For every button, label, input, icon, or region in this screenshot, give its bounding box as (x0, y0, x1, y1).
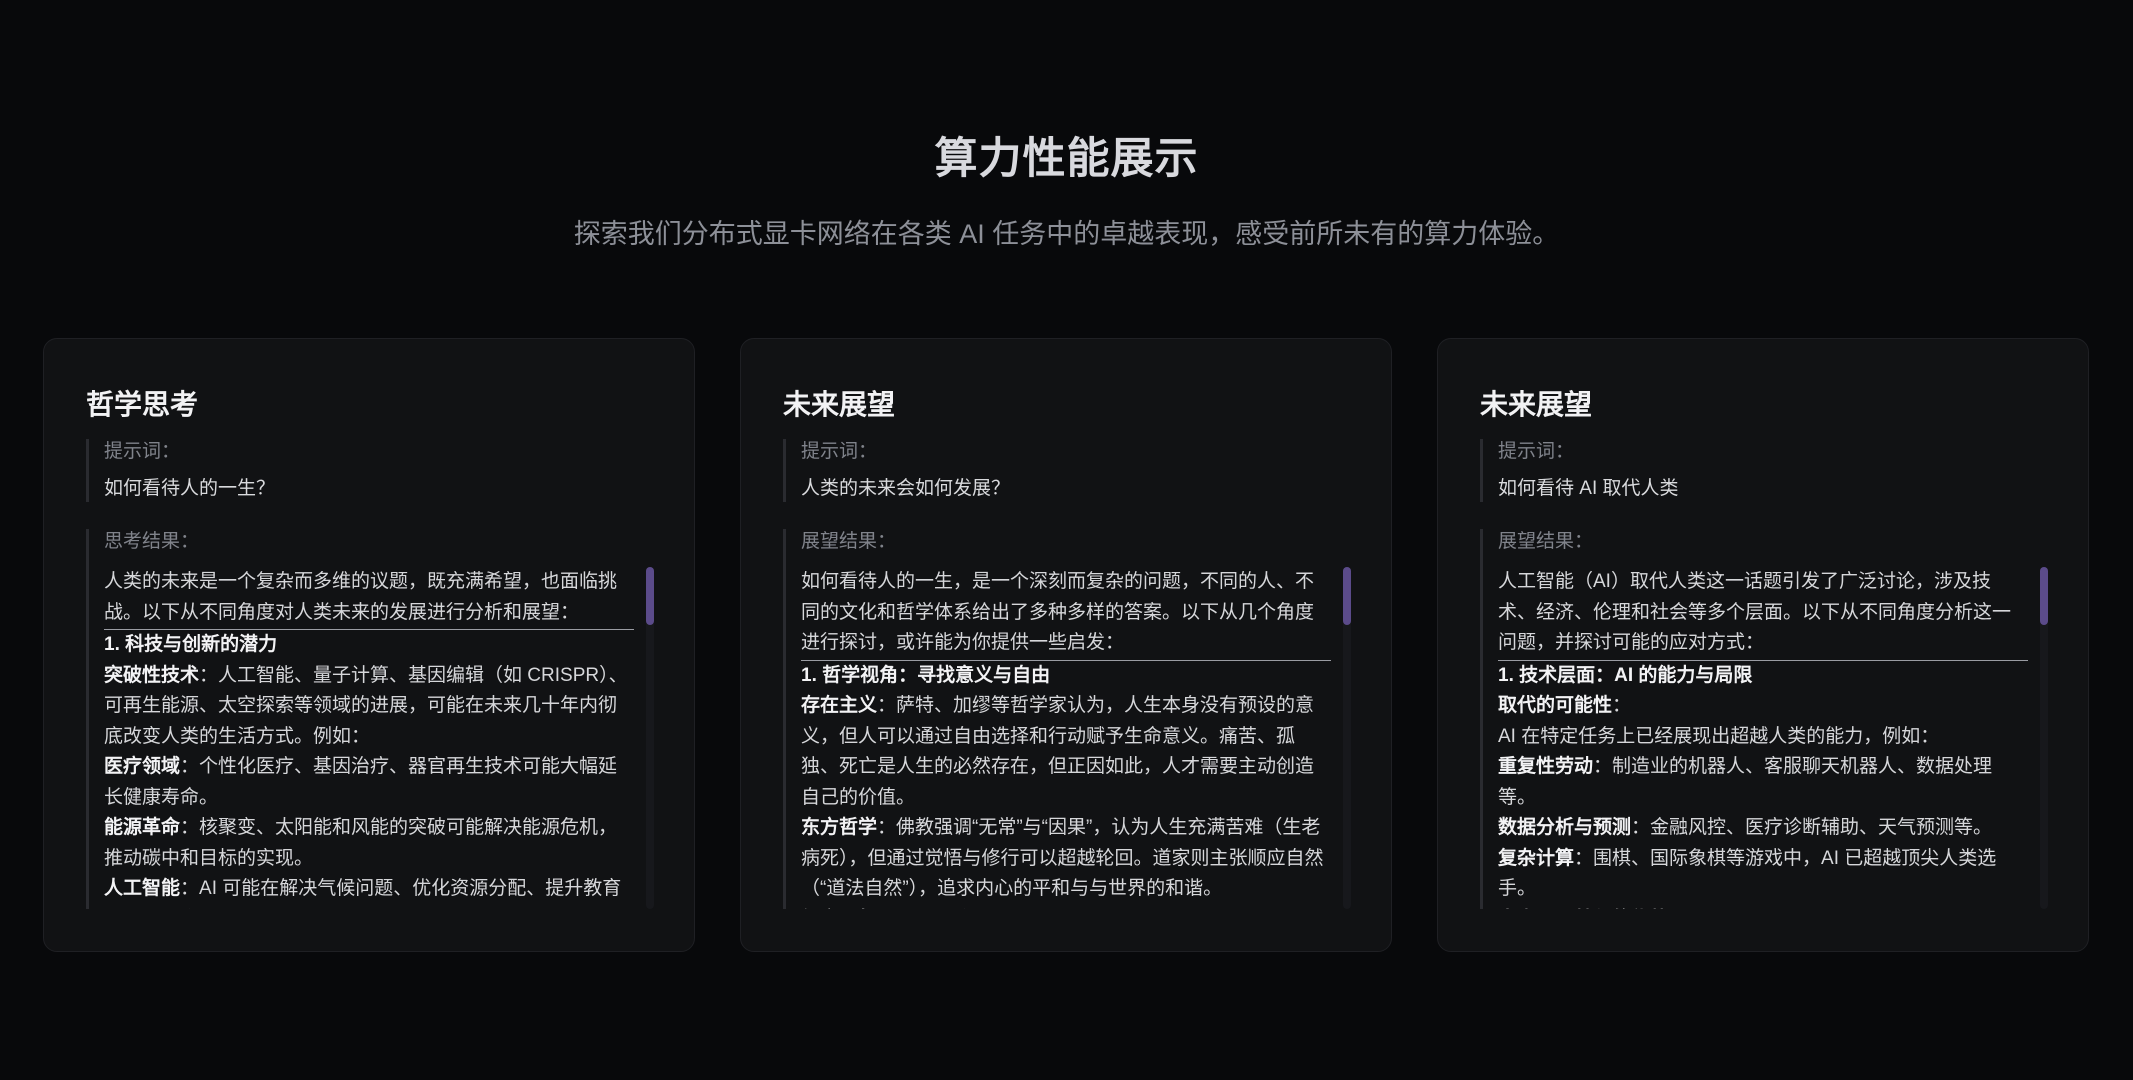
result-line-heading: 1. 哲学视角：寻找意义与自由 (801, 664, 1051, 686)
result-line-heading: 数据分析与预测 (1498, 817, 1632, 838)
result-line-heading: 突破性技术 (104, 664, 200, 686)
result-line: 复杂计算：围棋、国际象棋等游戏中，AI 已超越顶尖人类选手。 (1498, 844, 2028, 905)
result-line-text: ：个性化医疗、基因治疗、器官再生技术可能大幅延长健康寿命。 (104, 756, 618, 808)
result-line-heading: 人类不可替代的优势 (1498, 909, 1669, 910)
prompt-text: 如何看待人的一生？ (104, 478, 276, 499)
result-line-heading: 医疗领域 (104, 756, 181, 777)
scrollbar-thumb[interactable] (2040, 567, 2048, 625)
result-line-heading: 能源革命 (104, 817, 181, 838)
scrollbar[interactable] (1343, 567, 1351, 909)
result-intro: 如何看待人的一生，是一个深刻而复杂的问题，不同的人、不同的文化和哲学体系给出了多… (801, 567, 1331, 661)
result-line-text: ：佛教强调“无常”与“因果”，认为人生充满苦难（生老病死），但通过觉悟与修行可以… (801, 817, 1324, 899)
result-line-heading: 存在主义 (801, 695, 878, 716)
result-line: 人工智能：AI 可能在解决气候问题、优化资源分配、提升教育公平性等方面发挥关键作… (104, 874, 634, 909)
result-line: 存在主义：萨特、加缪等哲学家认为，人生本身没有预设的意义，但人可以通过自由选择和… (801, 691, 1331, 813)
result-line-text: AI 在特定任务上已经展现出超越人类的能力，例如： (1498, 725, 1940, 747)
result-line-heading: 儒家思想 (801, 909, 877, 910)
prompt-label: 提示词： (104, 441, 181, 462)
scrollbar[interactable] (2040, 567, 2048, 909)
showcase-card: 未来展望 提示词： 人类的未来会如何发展？ 展望结果： 如何看待人的一生，是一个… (740, 338, 1392, 952)
result-line-heading: 重复性劳动 (1498, 756, 1594, 777)
result-line: 突破性技术：人工智能、量子计算、基因编辑（如 CRISPR）、可再生能源、太空探… (104, 661, 634, 753)
prompt-block: 提示词： 人类的未来会如何发展？ (783, 439, 1371, 502)
result-line: 重复性劳动：制造业的机器人、客服聊天机器人、数据处理等。 (1498, 752, 2028, 813)
result-line: AI 在特定任务上已经展现出超越人类的能力，例如： (1498, 722, 2028, 753)
result-line: 医疗领域：个性化医疗、基因治疗、器官再生技术可能大幅延长健康寿命。 (104, 752, 634, 813)
result-lines: 1. 科技与创新的潜力突破性技术：人工智能、量子计算、基因编辑（如 CRISPR… (104, 630, 634, 909)
result-line-text: ： (1612, 695, 1632, 716)
result-lines: 1. 哲学视角：寻找意义与自由 存在主义：萨特、加缪等哲学家认为，人生本身没有预设… (801, 661, 1331, 910)
result-line: 东方哲学：佛教强调“无常”与“因果”，认为人生充满苦难（生老病死），但通过觉悟与… (801, 813, 1331, 905)
result-line: 能源革命：核聚变、太阳能和风能的突破可能解决能源危机，推动碳中和目标的实现。 (104, 813, 634, 874)
result-line-heading: 取代的可能性 (1498, 695, 1613, 716)
result-scroll-area[interactable]: 人工智能（AI）取代人类这一话题引发了广泛讨论，涉及技术、经济、伦理和社会等多个… (1498, 567, 2028, 909)
result-line: 数据分析与预测：金融风控、医疗诊断辅助、天气预测等。 (1498, 813, 2028, 844)
result-line: 1. 哲学视角：寻找意义与自由 (801, 661, 1331, 692)
result-line-text: ： (1669, 909, 1688, 910)
result-scroll-area[interactable]: 人类的未来是一个复杂而多维的议题，既充满希望，也面临挑战。以下从不同角度对人类未… (104, 567, 634, 909)
result-block: 展望结果： 人工智能（AI）取代人类这一话题引发了广泛讨论，涉及技术、经济、伦理… (1480, 529, 2050, 909)
result-line-text: ：强调人伦关系与社会责任，认为人生的价值在于修身、齐家、治国、平天下。 (801, 909, 1314, 910)
prompt-text: 如何看待 AI 取代人类 (1498, 478, 1679, 499)
card-title: 未来展望 (783, 389, 896, 420)
prompt-text: 人类的未来会如何发展？ (801, 478, 1011, 499)
result-line-heading: 东方哲学 (801, 817, 878, 838)
result-line-heading: 1. 技术层面：AI 的能力与局限 (1498, 664, 1753, 686)
result-line: 取代的可能性： (1498, 691, 2028, 722)
result-line-text: ：萨特、加缪等哲学家认为，人生本身没有预设的意义，但人可以通过自由选择和行动赋予… (801, 695, 1315, 808)
card-title: 未来展望 (1480, 389, 1593, 420)
prompt-block: 提示词： 如何看待 AI 取代人类 (1480, 439, 2068, 502)
result-scroll-area[interactable]: 如何看待人的一生，是一个深刻而复杂的问题，不同的人、不同的文化和哲学体系给出了多… (801, 567, 1331, 909)
showcase-card: 哲学思考 提示词： 如何看待人的一生？ 思考结果： 人类的未来是一个复杂而多维的… (43, 338, 695, 952)
result-block: 展望结果： 如何看待人的一生，是一个深刻而复杂的问题，不同的人、不同的文化和哲学… (783, 529, 1353, 909)
result-label: 展望结果： (1498, 531, 1594, 552)
result-intro: 人类的未来是一个复杂而多维的议题，既充满希望，也面临挑战。以下从不同角度对人类未… (104, 567, 634, 630)
result-block: 思考结果： 人类的未来是一个复杂而多维的议题，既充满希望，也面临挑战。以下从不同… (86, 529, 656, 909)
result-line-heading: 1. 科技与创新的潜力 (104, 634, 278, 655)
page-title: 算力性能展示 (934, 135, 1199, 183)
scrollbar-thumb[interactable] (1343, 567, 1351, 625)
result-line-heading: 复杂计算 (1498, 847, 1575, 869)
result-intro: 人工智能（AI）取代人类这一话题引发了广泛讨论，涉及技术、经济、伦理和社会等多个… (1498, 567, 2028, 661)
result-line: 儒家思想：强调人伦关系与社会责任，认为人生的价值在于修身、齐家、治国、平天下。 (801, 905, 1331, 910)
result-line-text: ：金融风控、医疗诊断辅助、天气预测等。 (1631, 817, 1993, 838)
result-line-text: ：AI 可能在解决气候问题、优化资源分配、提升教育公平性等方面发挥关键作用。 (104, 878, 622, 909)
prompt-label: 提示词： (1498, 441, 1575, 462)
result-line-heading: 人工智能 (104, 878, 181, 899)
scrollbar-thumb[interactable] (646, 567, 654, 625)
result-line: 1. 科技与创新的潜力 (104, 630, 634, 661)
result-line: 1. 技术层面：AI 的能力与局限 (1498, 661, 2028, 692)
result-label: 思考结果： (104, 531, 200, 552)
result-line: 人类不可替代的优势： (1498, 905, 2028, 910)
page-subtitle: 探索我们分布式显卡网络在各类 AI 任务中的卓越表现，感受前所未有的算力体验。 (573, 219, 1560, 249)
result-line-text: ：核聚变、太阳能和风能的突破可能解决能源危机，推动碳中和目标的实现。 (104, 817, 618, 869)
scrollbar[interactable] (646, 567, 654, 909)
result-label: 展望结果： (801, 531, 897, 552)
showcase-card: 未来展望 提示词： 如何看待 AI 取代人类 展望结果： 人工智能（AI）取代人… (1437, 338, 2089, 952)
card-title: 哲学思考 (86, 389, 199, 420)
prompt-block: 提示词： 如何看待人的一生？ (86, 439, 674, 502)
result-lines: 1. 技术层面：AI 的能力与局限 取代的可能性： AI 在特定任务上已经展现出超越… (1498, 661, 2028, 910)
prompt-label: 提示词： (801, 441, 878, 462)
